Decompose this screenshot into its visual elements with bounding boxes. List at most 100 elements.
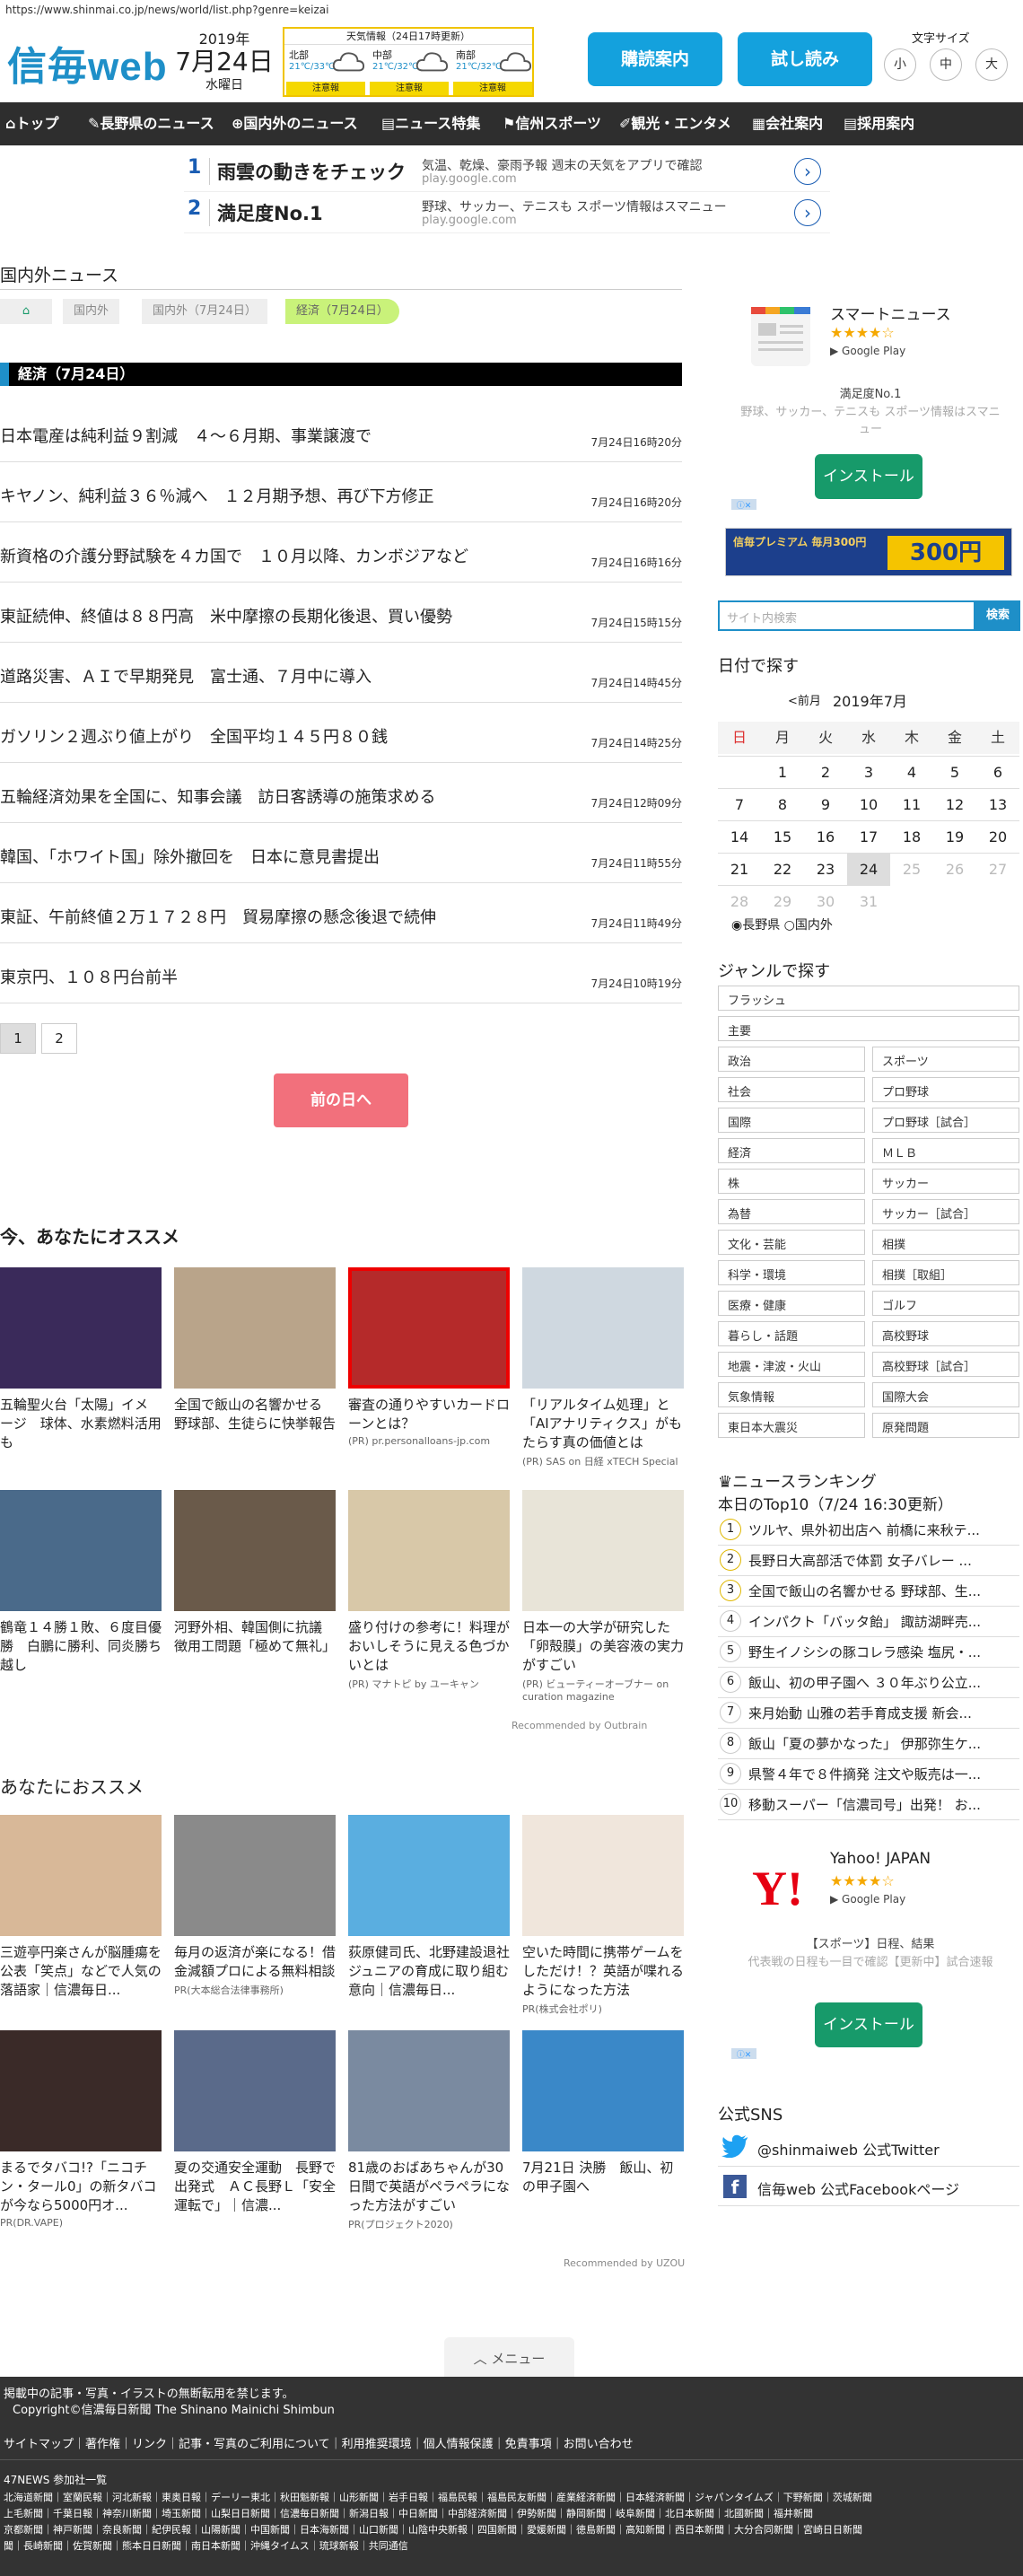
calendar-day[interactable]: 1 — [761, 756, 804, 788]
font-size-large-button[interactable]: 大 — [975, 48, 1008, 81]
chevron-right-icon[interactable]: › — [794, 158, 821, 185]
card-caption[interactable]: 五輪聖火台「太陽」イメージ 球体、水素燃料活用も — [0, 1396, 162, 1452]
content-card[interactable]: 五輪聖火台「太陽」イメージ 球体、水素燃料活用も — [0, 1267, 162, 1452]
card-image[interactable] — [0, 2030, 162, 2151]
genre-link[interactable]: 東日本大震災 — [718, 1413, 865, 1438]
card-image[interactable] — [522, 1267, 684, 1389]
news-headline[interactable]: 日本電産は純利益９割減 ４～６月期、事業譲渡で — [0, 424, 372, 447]
news-headline[interactable]: 東証、午前終値２万１７２８円 貿易摩擦の懸念後退で続伸 — [0, 905, 436, 928]
calendar-day[interactable]: 8 — [761, 788, 804, 820]
install-button[interactable]: インストール — [815, 454, 922, 499]
font-size-medium-button[interactable]: 中 — [930, 48, 962, 81]
card-image[interactable] — [348, 1490, 510, 1611]
network-links[interactable]: 上毛新聞｜千葉日報｜神奈川新聞｜埼玉新聞｜山梨日日新聞｜信濃毎日新聞｜新潟日報｜… — [4, 2506, 813, 2520]
ranking-item[interactable]: 8 飯山「夏の夢かなった」 伊那弥生ケ... — [718, 1729, 1019, 1759]
ranking-headline[interactable]: 全国で飯山の名響かせる 野球部、生... — [748, 1582, 1018, 1600]
nav-recruit[interactable]: ▤採用案内 — [844, 102, 914, 145]
outbrain-label[interactable]: Recommended by Outbrain — [512, 1720, 647, 1731]
card-image[interactable] — [522, 1815, 684, 1936]
card-caption[interactable]: 81歳のおばあちゃんが30日間で英語がペラペラになった方法がすごい — [348, 2159, 510, 2215]
ad-choices-icon[interactable]: ⓘ✕ — [731, 499, 756, 511]
content-card[interactable]: 荻原健司氏、北野建設退社 ジュニアの育成に取り組む意向｜信濃毎日... — [348, 1815, 523, 2000]
genre-link[interactable]: 主要 — [718, 1016, 1019, 1041]
prev-month-link[interactable]: <前月 — [788, 691, 821, 708]
genre-link[interactable]: 気象情報 — [718, 1382, 865, 1407]
card-image[interactable] — [174, 1815, 336, 1936]
nav-feature[interactable]: ▤ニュース特集 — [381, 102, 480, 145]
breadcrumb-item[interactable]: 国内外（7月24日） — [142, 299, 267, 324]
news-headline[interactable]: 五輪経済効果を全国に、知事会議 訪日客誘導の施策求める — [0, 784, 435, 808]
site-search-input[interactable]: サイト内検索 — [718, 600, 975, 631]
card-image[interactable] — [174, 2030, 336, 2151]
nav-top[interactable]: ⌂トップ — [5, 102, 58, 145]
genre-link[interactable]: 社会 — [718, 1077, 865, 1102]
ranking-headline[interactable]: 来月始動 山雅の若手育成支援 新会... — [748, 1704, 1018, 1722]
home-icon[interactable]: ⌂ — [0, 299, 52, 324]
nav-world[interactable]: ⊕国内外のニュース — [232, 102, 358, 145]
card-image[interactable] — [522, 2030, 684, 2151]
calendar-day[interactable]: 17 — [847, 820, 890, 853]
card-image[interactable] — [0, 1490, 162, 1611]
news-item[interactable]: 五輪経済効果を全国に、知事会議 訪日客誘導の施策求める 7月24日12時09分 — [0, 763, 682, 823]
genre-link[interactable]: 文化・芸能 — [718, 1230, 865, 1255]
ranking-item[interactable]: 1 ツルヤ、県外初出店へ 前橋に来秋テ... — [718, 1515, 1019, 1546]
ranking-headline[interactable]: 飯山「夏の夢かなった」 伊那弥生ケ... — [748, 1734, 1018, 1753]
calendar-day[interactable]: 12 — [933, 788, 976, 820]
calendar-day[interactable]: 10 — [847, 788, 890, 820]
news-item[interactable]: 道路災害、ＡＩで早期発見 富士通、７月中に導入 7月24日14時45分 — [0, 643, 682, 703]
ranking-headline[interactable]: 県警４年で８件摘発 注文や販売は一... — [748, 1765, 1018, 1783]
ad-row[interactable]: 1 雨雲の動きをチェック 気温、乾燥、豪雨予報 週末の天気をアプリで確認 pla… — [184, 153, 830, 192]
card-image[interactable] — [174, 1490, 336, 1611]
card-caption[interactable]: 三遊亭円楽さんが脳腫瘍を公表「笑点」などで人気の落語家｜信濃毎日... — [0, 1943, 162, 2000]
genre-link[interactable]: 相撲 — [872, 1230, 1019, 1255]
news-item[interactable]: キヤノン、純利益３６％減へ １２月期予想、再び下方修正 7月24日16時20分 — [0, 462, 682, 522]
calendar-day[interactable]: 4 — [890, 756, 933, 788]
ranking-item[interactable]: 2 長野日大高部活で体罰 女子バレー ... — [718, 1546, 1019, 1576]
network-links[interactable]: 北海道新聞｜室蘭民報｜河北新報｜東奥日報｜デーリー東北｜秋田魁新報｜山形新聞｜岩… — [4, 2490, 872, 2504]
genre-link[interactable]: 地震・津波・火山 — [718, 1352, 865, 1377]
genre-link[interactable]: 医療・健康 — [718, 1291, 865, 1316]
content-card[interactable]: 鶴竜１４勝１敗、６度目優勝 白鵬に勝利、同炎勝ち越し — [0, 1490, 162, 1675]
font-size-small-button[interactable]: 小 — [884, 48, 916, 81]
news-headline[interactable]: 東京円、１０８円台前半 — [0, 965, 178, 988]
genre-link[interactable]: フラッシュ — [718, 986, 1019, 1011]
card-caption[interactable]: 空いた時間に携帯ゲームをしただけ！？英語が喋れるようになった方法 — [522, 1943, 684, 2000]
news-headline[interactable]: キヤノン、純利益３６％減へ １２月期予想、再び下方修正 — [0, 484, 433, 507]
card-caption[interactable]: 河野外相、韓国側に抗議 徴用工問題「極めて無礼」 — [174, 1618, 336, 1656]
content-card[interactable]: 全国で飯山の名響かせる 野球部、生徒らに快挙報告 — [174, 1267, 336, 1433]
genre-link[interactable]: 為替 — [718, 1199, 865, 1224]
page-1-button[interactable]: 1 — [0, 1023, 36, 1054]
nav-sports[interactable]: ⚑信州スポーツ — [503, 102, 601, 145]
calendar-radio[interactable]: ◉長野県 ○国内外 — [731, 916, 833, 933]
news-headline[interactable]: 韓国、「ホワイト国」除外撤回を 日本に意見書提出 — [0, 845, 380, 868]
news-item[interactable]: ガソリン２週ぶり値上がり 全国平均１４５円８０銭 7月24日14時25分 — [0, 703, 682, 763]
ranking-item[interactable]: 7 来月始動 山雅の若手育成支援 新会... — [718, 1698, 1019, 1729]
ranking-item[interactable]: 10 移動スーパー「信濃司号」出発！ お... — [718, 1790, 1019, 1820]
genre-link[interactable]: 高校野球 — [872, 1321, 1019, 1346]
genre-link[interactable]: 原発問題 — [872, 1413, 1019, 1438]
content-card[interactable]: 夏の交通安全運動 長野で出発式 ＡＣ長野Ｌ「安全運転で」｜信濃... — [174, 2030, 336, 2215]
network-links[interactable]: 聞｜長崎新聞｜佐賀新聞｜熊本日日新聞｜南日本新聞｜沖縄タイムス｜琉球新報｜共同通… — [4, 2538, 408, 2553]
genre-link[interactable]: 科学・環境 — [718, 1260, 865, 1285]
content-card[interactable]: 「リアルタイム処理」と「AIアナリティクス」がもたらす真の価値とは (PR) SA… — [522, 1267, 684, 1468]
twitter-link[interactable]: @shinmaiweb 公式Twitter — [718, 2127, 1019, 2167]
card-caption[interactable]: 全国で飯山の名響かせる 野球部、生徒らに快挙報告 — [174, 1396, 336, 1433]
genre-link[interactable]: ゴルフ — [872, 1291, 1019, 1316]
calendar-day[interactable]: 7 — [718, 788, 761, 820]
footer-links[interactable]: サイトマップ｜著作権｜リンク｜記事・写真のご利用について｜利用推奨環境｜個人情報… — [4, 2434, 634, 2451]
ranking-item[interactable]: 6 飯山、初の甲子園へ ３０年ぶり公立... — [718, 1668, 1019, 1698]
ranking-headline[interactable]: 飯山、初の甲子園へ ３０年ぶり公立... — [748, 1673, 1018, 1692]
nav-tourism[interactable]: ✐観光・エンタメ — [619, 102, 731, 145]
ranking-headline[interactable]: 長野日大高部活で体罰 女子バレー ... — [748, 1551, 1018, 1570]
genre-link[interactable]: プロ野球 — [872, 1077, 1019, 1102]
news-headline[interactable]: ガソリン２週ぶり値上がり 全国平均１４５円８０銭 — [0, 724, 388, 748]
news-item[interactable]: 日本電産は純利益９割減 ４～６月期、事業譲渡で 7月24日16時20分 — [0, 402, 682, 462]
calendar-day[interactable]: 13 — [976, 788, 1019, 820]
content-card[interactable]: 日本一の大学が研究した「卵殻膜」の美容液の実力がすごい (PR) ビューティーオー… — [522, 1490, 684, 1703]
ad-row[interactable]: 2 満足度No.1 野球、サッカー、テニスも スポーツ情報はスマニュー play… — [184, 194, 830, 233]
page-2-button[interactable]: 2 — [41, 1023, 77, 1054]
genre-link[interactable]: 国際 — [718, 1108, 865, 1133]
weather-widget[interactable]: 天気情報（24日17時更新） 北部 21℃/33℃ 注意報 中部 21℃/32℃… — [283, 27, 534, 97]
genre-link[interactable]: サッカー — [872, 1169, 1019, 1194]
genre-link[interactable]: 暮らし・話題 — [718, 1321, 865, 1346]
